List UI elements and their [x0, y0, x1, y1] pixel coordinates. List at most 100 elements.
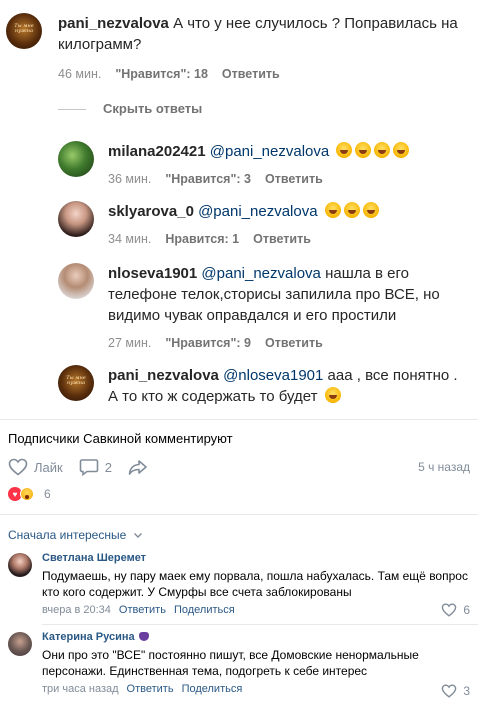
sort-label: Сначала интересные [8, 528, 127, 542]
comment-body: milana202421 @pani_nezvalova 36 мин. "Нр… [108, 141, 410, 186]
comment-meta: 46 мин. "Нравится": 18 Ответить [58, 67, 468, 81]
reply-button[interactable]: Ответить [127, 683, 174, 695]
comment-time: 34 мин. [108, 232, 152, 246]
comment-time: вчера в 20:34 [42, 604, 111, 616]
comment-time: 46 мин. [58, 67, 102, 81]
reactions-count: 6 [44, 487, 51, 501]
comment-time: 36 мин. [108, 172, 152, 186]
like-button[interactable]: Лайк [8, 458, 63, 476]
comments-button[interactable]: 2 [79, 458, 112, 476]
rofl-emoji-icon [362, 202, 379, 218]
avatar-scribble: Ты мне нужна [66, 375, 86, 386]
cat-emoji-icon [138, 632, 149, 641]
comment-like-button[interactable]: 3 [441, 684, 470, 698]
comment-time: 27 мин. [108, 336, 152, 350]
comment-text: pani_nezvalova @nloseva1901 ааа , все по… [108, 365, 466, 407]
avatar[interactable]: Ты мне нужна [6, 13, 42, 49]
comment-likes[interactable]: "Нравится": 18 [115, 67, 208, 81]
reply-button[interactable]: Ответить [119, 604, 166, 616]
mention-link[interactable]: @nloseva1901 [223, 367, 323, 384]
wow-reaction-icon [20, 487, 34, 501]
comment-body: Светлана Шеремет Подумаешь, ну пару маек… [42, 551, 470, 617]
hide-replies-button[interactable]: Скрыть ответы [103, 101, 202, 116]
comment-author-name: Катерина Русина [42, 631, 135, 643]
reply-comment: sklyarova_0 @pani_nezvalova 34 мин. Нрав… [58, 201, 468, 246]
hide-replies-line [58, 109, 86, 110]
chevron-down-icon [133, 533, 142, 538]
comment-likes[interactable]: "Нравится": 9 [165, 336, 251, 350]
main-comment: Ты мне нужна pani_nezvalova А что у нее … [6, 13, 468, 81]
comment-meta: 34 мин. Нравится: 1 Ответить [108, 232, 379, 246]
comment-like-button[interactable]: 6 [441, 603, 470, 617]
section-title: Подписчики Савкиной комментируют [8, 431, 233, 446]
reply-comment: Ты мне нужна pani_nezvalova @nloseva1901… [58, 365, 468, 407]
sort-dropdown[interactable]: Сначала интересные [8, 528, 143, 542]
comment-username[interactable]: nloseva1901 [108, 265, 197, 282]
reply-comment: nloseva1901 @pani_nezvalova нашла в его … [58, 263, 468, 350]
reactions-divider [0, 514, 478, 515]
like-label: Лайк [34, 459, 63, 475]
avatar[interactable] [58, 201, 94, 237]
comment-body: nloseva1901 @pani_nezvalova нашла в его … [108, 263, 466, 350]
laughing-emoji-icon [374, 142, 391, 158]
comment-meta: 27 мин. "Нравится": 9 Ответить [108, 336, 466, 350]
avatar[interactable] [8, 632, 32, 656]
vk-comment: Катерина Русина Они про это "ВСЕ" постоя… [8, 630, 470, 698]
post-time: 5 ч назад [418, 460, 470, 474]
comment-text: milana202421 @pani_nezvalova [108, 141, 410, 162]
rofl-emoji-icon [324, 202, 341, 218]
comment-text: sklyarova_0 @pani_nezvalova [108, 201, 379, 222]
laughing-emoji-icon [355, 142, 372, 158]
laughing-emoji-icon [336, 142, 353, 158]
comment-time: три часа назад [42, 683, 119, 695]
heart-icon [442, 684, 457, 698]
laughing-emoji-icon [324, 387, 341, 403]
comment-body: Катерина Русина Они про это "ВСЕ" постоя… [42, 630, 470, 698]
heart-icon [8, 458, 28, 476]
reply-comment: milana202421 @pani_nezvalova 36 мин. "Нр… [58, 141, 468, 186]
comment-text: Они про это "ВСЕ" постоянно пишут, все Д… [42, 648, 419, 678]
mention-link[interactable]: @pani_nezvalova [198, 203, 317, 220]
section-divider [0, 419, 478, 420]
share-button[interactable] [128, 458, 154, 476]
share-button[interactable]: Поделиться [182, 683, 243, 695]
comment-divider [42, 624, 478, 625]
comment-meta: вчера в 20:34 Ответить Поделиться [42, 604, 470, 616]
comment-body: pani_nezvalova @nloseva1901 ааа , все по… [108, 365, 466, 407]
rofl-emoji-icon [343, 202, 360, 218]
mention-link[interactable]: @pani_nezvalova [210, 143, 329, 160]
comment-author[interactable]: Катерина Русина [42, 630, 470, 644]
comment-icon [79, 459, 99, 476]
heart-icon [442, 603, 457, 617]
avatar[interactable] [58, 141, 94, 177]
comment-body: sklyarova_0 @pani_nezvalova 34 мин. Нрав… [108, 201, 379, 246]
comment-text: Подумаешь, ну пару маек ему порвала, пош… [42, 569, 468, 599]
comment-username[interactable]: sklyarova_0 [108, 203, 194, 220]
mention-link[interactable]: @pani_nezvalova [201, 265, 320, 282]
avatar[interactable]: Ты мне нужна [58, 365, 94, 401]
reactions-row[interactable]: ♥ 6 [8, 487, 51, 501]
comment-like-count: 6 [463, 603, 470, 617]
post-actions: Лайк 2 5 ч назад [8, 456, 470, 478]
comment-username[interactable]: pani_nezvalova [108, 367, 219, 384]
avatar[interactable] [58, 263, 94, 299]
reply-button[interactable]: Ответить [265, 172, 323, 186]
comment-text: pani_nezvalova А что у нее случилось ? П… [58, 13, 468, 55]
comment-author[interactable]: Светлана Шеремет [42, 551, 470, 565]
comment-likes[interactable]: "Нравится": 3 [165, 172, 251, 186]
avatar[interactable] [8, 553, 32, 577]
avatar-scribble: Ты мне нужна [14, 23, 34, 34]
comments-count: 2 [104, 459, 112, 475]
comment-text: nloseva1901 @pani_nezvalova нашла в его … [108, 263, 466, 326]
comment-meta: 36 мин. "Нравится": 3 Ответить [108, 172, 409, 186]
reply-button[interactable]: Ответить [222, 67, 280, 81]
comment-username[interactable]: milana202421 [108, 143, 206, 160]
reply-button[interactable]: Ответить [265, 336, 323, 350]
reply-button[interactable]: Ответить [253, 232, 311, 246]
comment-meta: три часа назад Ответить Поделиться [42, 683, 470, 695]
share-button[interactable]: Поделиться [174, 604, 235, 616]
comment-username[interactable]: pani_nezvalova [58, 15, 169, 32]
comment-like-count: 3 [463, 684, 470, 698]
laughing-emoji-icon [393, 142, 410, 158]
comment-likes[interactable]: Нравится: 1 [165, 232, 239, 246]
